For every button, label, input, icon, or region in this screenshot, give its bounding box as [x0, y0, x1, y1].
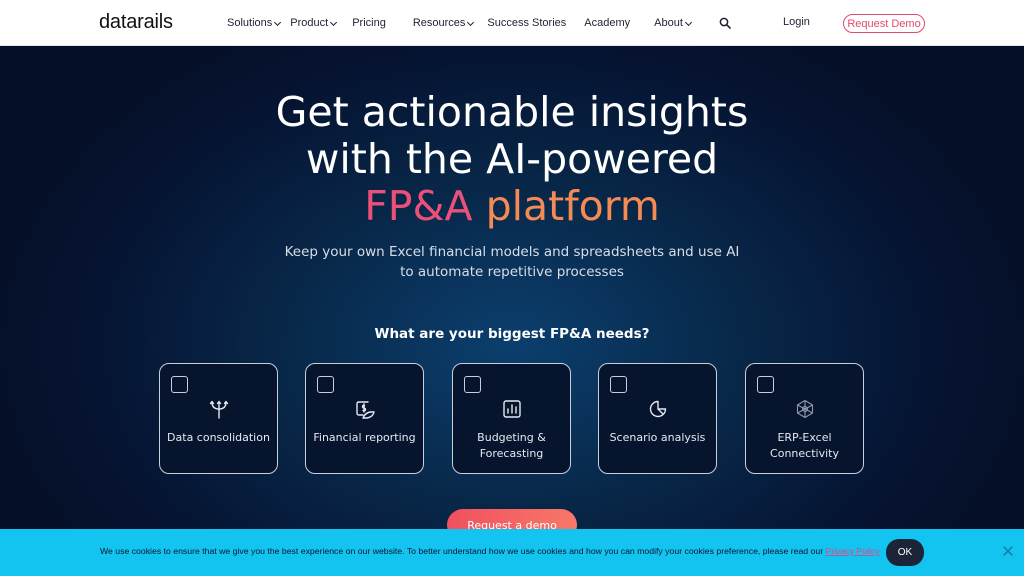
- nav-item-label: Academy: [584, 17, 631, 29]
- card-checkbox[interactable]: [610, 376, 627, 393]
- card-erp-excel-connectivity[interactable]: ERP-Excel Connectivity: [745, 363, 864, 474]
- headline-line-1: Get actionable insights: [275, 88, 749, 136]
- nav-item-solutions[interactable]: Solutions: [227, 17, 282, 29]
- dollar-report-icon: [356, 401, 375, 419]
- top-navigation: datarails Solutions Product Pricing Reso…: [0, 0, 1024, 46]
- nav-item-label: Success Stories: [487, 17, 567, 29]
- network-icon: [796, 399, 814, 419]
- card-checkbox[interactable]: [171, 376, 188, 393]
- hero-subtitle-line-2: to automate repetitive processes: [400, 264, 624, 280]
- card-budgeting-forecasting[interactable]: Budgeting & Forecasting: [452, 363, 571, 474]
- nav-links: Solutions Product Pricing Resources Succ…: [227, 0, 692, 46]
- headline-accent-platform: platform: [485, 182, 660, 230]
- cookie-message: We use cookies to ensure that we give yo…: [100, 546, 880, 556]
- datarails-logo[interactable]: datarails: [99, 11, 173, 34]
- nav-item-label: About: [654, 17, 683, 29]
- chevron-down-icon: [684, 18, 692, 27]
- cookie-text: We use cookies to ensure that we give yo…: [100, 546, 824, 556]
- card-label: Budgeting & Forecasting: [477, 431, 546, 460]
- card-data-consolidation[interactable]: Data consolidation: [159, 363, 278, 474]
- hero-section: Get actionable insights with the AI-powe…: [0, 46, 1024, 576]
- card-label: Data consolidation: [167, 431, 270, 444]
- pie-chart-icon: [649, 400, 667, 418]
- cookie-ok-button[interactable]: OK: [886, 539, 924, 566]
- nav-item-pricing[interactable]: Pricing: [352, 17, 386, 29]
- privacy-policy-link[interactable]: Privacy Policy: [826, 546, 880, 556]
- card-checkbox[interactable]: [464, 376, 481, 393]
- request-demo-button[interactable]: Request Demo: [843, 14, 925, 33]
- nav-item-label: Resources: [412, 17, 466, 29]
- card-scenario-analysis[interactable]: Scenario analysis: [598, 363, 717, 474]
- nav-item-resources[interactable]: Resources: [412, 17, 475, 29]
- headline-line-2: with the AI-powered: [305, 135, 719, 183]
- card-label: ERP-Excel Connectivity: [770, 431, 839, 460]
- cookie-consent-bar: We use cookies to ensure that we give yo…: [0, 529, 1024, 576]
- chevron-down-icon: [330, 18, 338, 27]
- nav-item-product[interactable]: Product: [290, 17, 338, 29]
- card-checkbox[interactable]: [757, 376, 774, 393]
- nav-item-label: Pricing: [352, 17, 386, 29]
- search-icon[interactable]: [719, 17, 731, 29]
- nav-item-label: Solutions: [227, 17, 273, 29]
- merge-arrows-icon: [209, 400, 229, 419]
- nav-item-label: Product: [290, 17, 329, 29]
- close-icon[interactable]: [1002, 545, 1014, 557]
- login-link[interactable]: Login: [783, 16, 810, 28]
- bar-chart-icon: [503, 400, 521, 418]
- headline-line-3: FP&A platform: [0, 183, 1024, 230]
- card-financial-reporting[interactable]: Financial reporting: [305, 363, 424, 474]
- nav-item-about[interactable]: About: [654, 17, 692, 29]
- card-label: Financial reporting: [313, 431, 416, 444]
- card-label: Scenario analysis: [609, 431, 706, 444]
- card-checkbox[interactable]: [317, 376, 334, 393]
- hero-subtitle-line-1: Keep your own Excel financial models and…: [284, 244, 740, 260]
- nav-item-success-stories[interactable]: Success Stories: [487, 17, 566, 29]
- needs-question: What are your biggest FP&A needs?: [374, 326, 650, 342]
- headline-accent-fpa: FP&A: [364, 182, 473, 230]
- nav-item-academy[interactable]: Academy: [584, 17, 630, 29]
- chevron-down-icon: [467, 18, 475, 27]
- chevron-down-icon: [274, 18, 282, 27]
